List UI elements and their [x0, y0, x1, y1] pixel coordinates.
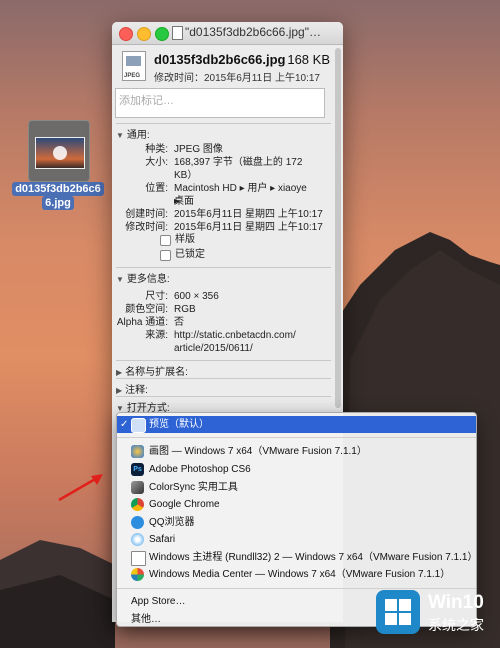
disclosure-closed-icon: ▶: [116, 386, 123, 395]
menu-item-photoshop[interactable]: Ps Adobe Photoshop CS6: [117, 461, 476, 478]
scrollbar[interactable]: [335, 48, 341, 408]
file-header: JPEG d0135f3db2b6c66.jpg 168 KB 修改时间：201…: [122, 50, 332, 86]
minimize-button[interactable]: [137, 27, 151, 41]
locked-checkbox[interactable]: [160, 250, 171, 261]
menu-item-app-store[interactable]: App Store…: [131, 596, 185, 607]
stationery-checkbox[interactable]: [160, 235, 171, 246]
modified-time: 修改时间：2015年6月11日 上午10:17: [154, 73, 320, 84]
alpha-value: 否: [174, 317, 184, 328]
paint-app-icon: [131, 445, 144, 458]
menu-item-rundll32[interactable]: Windows 主进程 (Rundll32) 2 — Windows 7 x64…: [117, 549, 477, 566]
modified-value: 2015年6月11日 星期四 上午10:17: [174, 222, 323, 233]
section-general[interactable]: ▼ 通用:: [116, 126, 150, 141]
maximize-button[interactable]: [155, 27, 169, 41]
file-name: d0135f3db2b6c66.jpg: [154, 52, 286, 67]
disclosure-open-icon: ▼: [116, 275, 124, 284]
menu-item-media-center[interactable]: Windows Media Center — Windows 7 x64（VMw…: [117, 566, 476, 583]
title-bar[interactable]: "d0135f3db2b6c66.jpg"…: [112, 22, 343, 45]
source-value: http://static.cnbetacdn.com/: [174, 330, 296, 341]
image-thumbnail: [35, 137, 85, 169]
created-value: 2015年6月11日 星期四 上午10:17: [174, 209, 323, 220]
file-size: 168 KB: [287, 52, 330, 67]
red-arrow-annotation: [58, 474, 103, 502]
menu-item-other[interactable]: 其他…: [131, 610, 161, 625]
dimensions-value: 600 × 356: [174, 291, 219, 302]
chrome-app-icon: [131, 498, 144, 511]
disclosure-closed-icon: ▶: [116, 368, 123, 377]
section-name-extension[interactable]: ▶ 名称与扩展名:: [116, 363, 188, 378]
media-center-app-icon: [131, 568, 144, 581]
document-icon: [172, 26, 183, 40]
windows-logo-icon: [376, 590, 420, 634]
qq-browser-app-icon: [131, 516, 144, 529]
menu-item-paint[interactable]: 画图 — Windows 7 x64（VMware Fusion 7.1.1）: [117, 443, 476, 460]
menu-item-chrome[interactable]: Google Chrome: [117, 496, 476, 513]
menu-item-colorsync[interactable]: ColorSync 实用工具: [117, 479, 476, 496]
disclosure-open-icon: ▼: [116, 131, 124, 140]
section-more-info[interactable]: ▼ 更多信息:: [116, 270, 170, 285]
window-title: "d0135f3db2b6c66.jpg"…: [185, 25, 321, 39]
photoshop-app-icon: Ps: [131, 463, 144, 476]
tags-input[interactable]: 添加标记…: [115, 88, 325, 118]
desktop-file-icon[interactable]: [28, 120, 90, 182]
color-space-value: RGB: [174, 304, 196, 315]
menu-item-qq-browser[interactable]: QQ浏览器: [117, 514, 476, 531]
win10-watermark-logo: Win10 系统之家: [372, 588, 496, 644]
menu-item-preview[interactable]: ✓ 预览（默认）: [117, 416, 476, 433]
preview-app-icon: [131, 418, 146, 433]
size-value: 168,397 字节（磁盘上的 172: [174, 157, 303, 168]
checkmark-icon: ✓: [120, 419, 129, 430]
safari-app-icon: [131, 533, 144, 546]
colorsync-app-icon: [131, 481, 144, 494]
document-app-icon: [131, 551, 146, 566]
close-button[interactable]: [119, 27, 133, 41]
kind-value: JPEG 图像: [174, 144, 223, 155]
jpeg-file-icon: JPEG: [122, 51, 146, 81]
menu-item-safari[interactable]: Safari: [117, 531, 476, 548]
desktop-file-label[interactable]: d0135f3db2b6c6 6.jpg: [8, 182, 108, 210]
section-comments[interactable]: ▶ 注释:: [116, 381, 148, 396]
